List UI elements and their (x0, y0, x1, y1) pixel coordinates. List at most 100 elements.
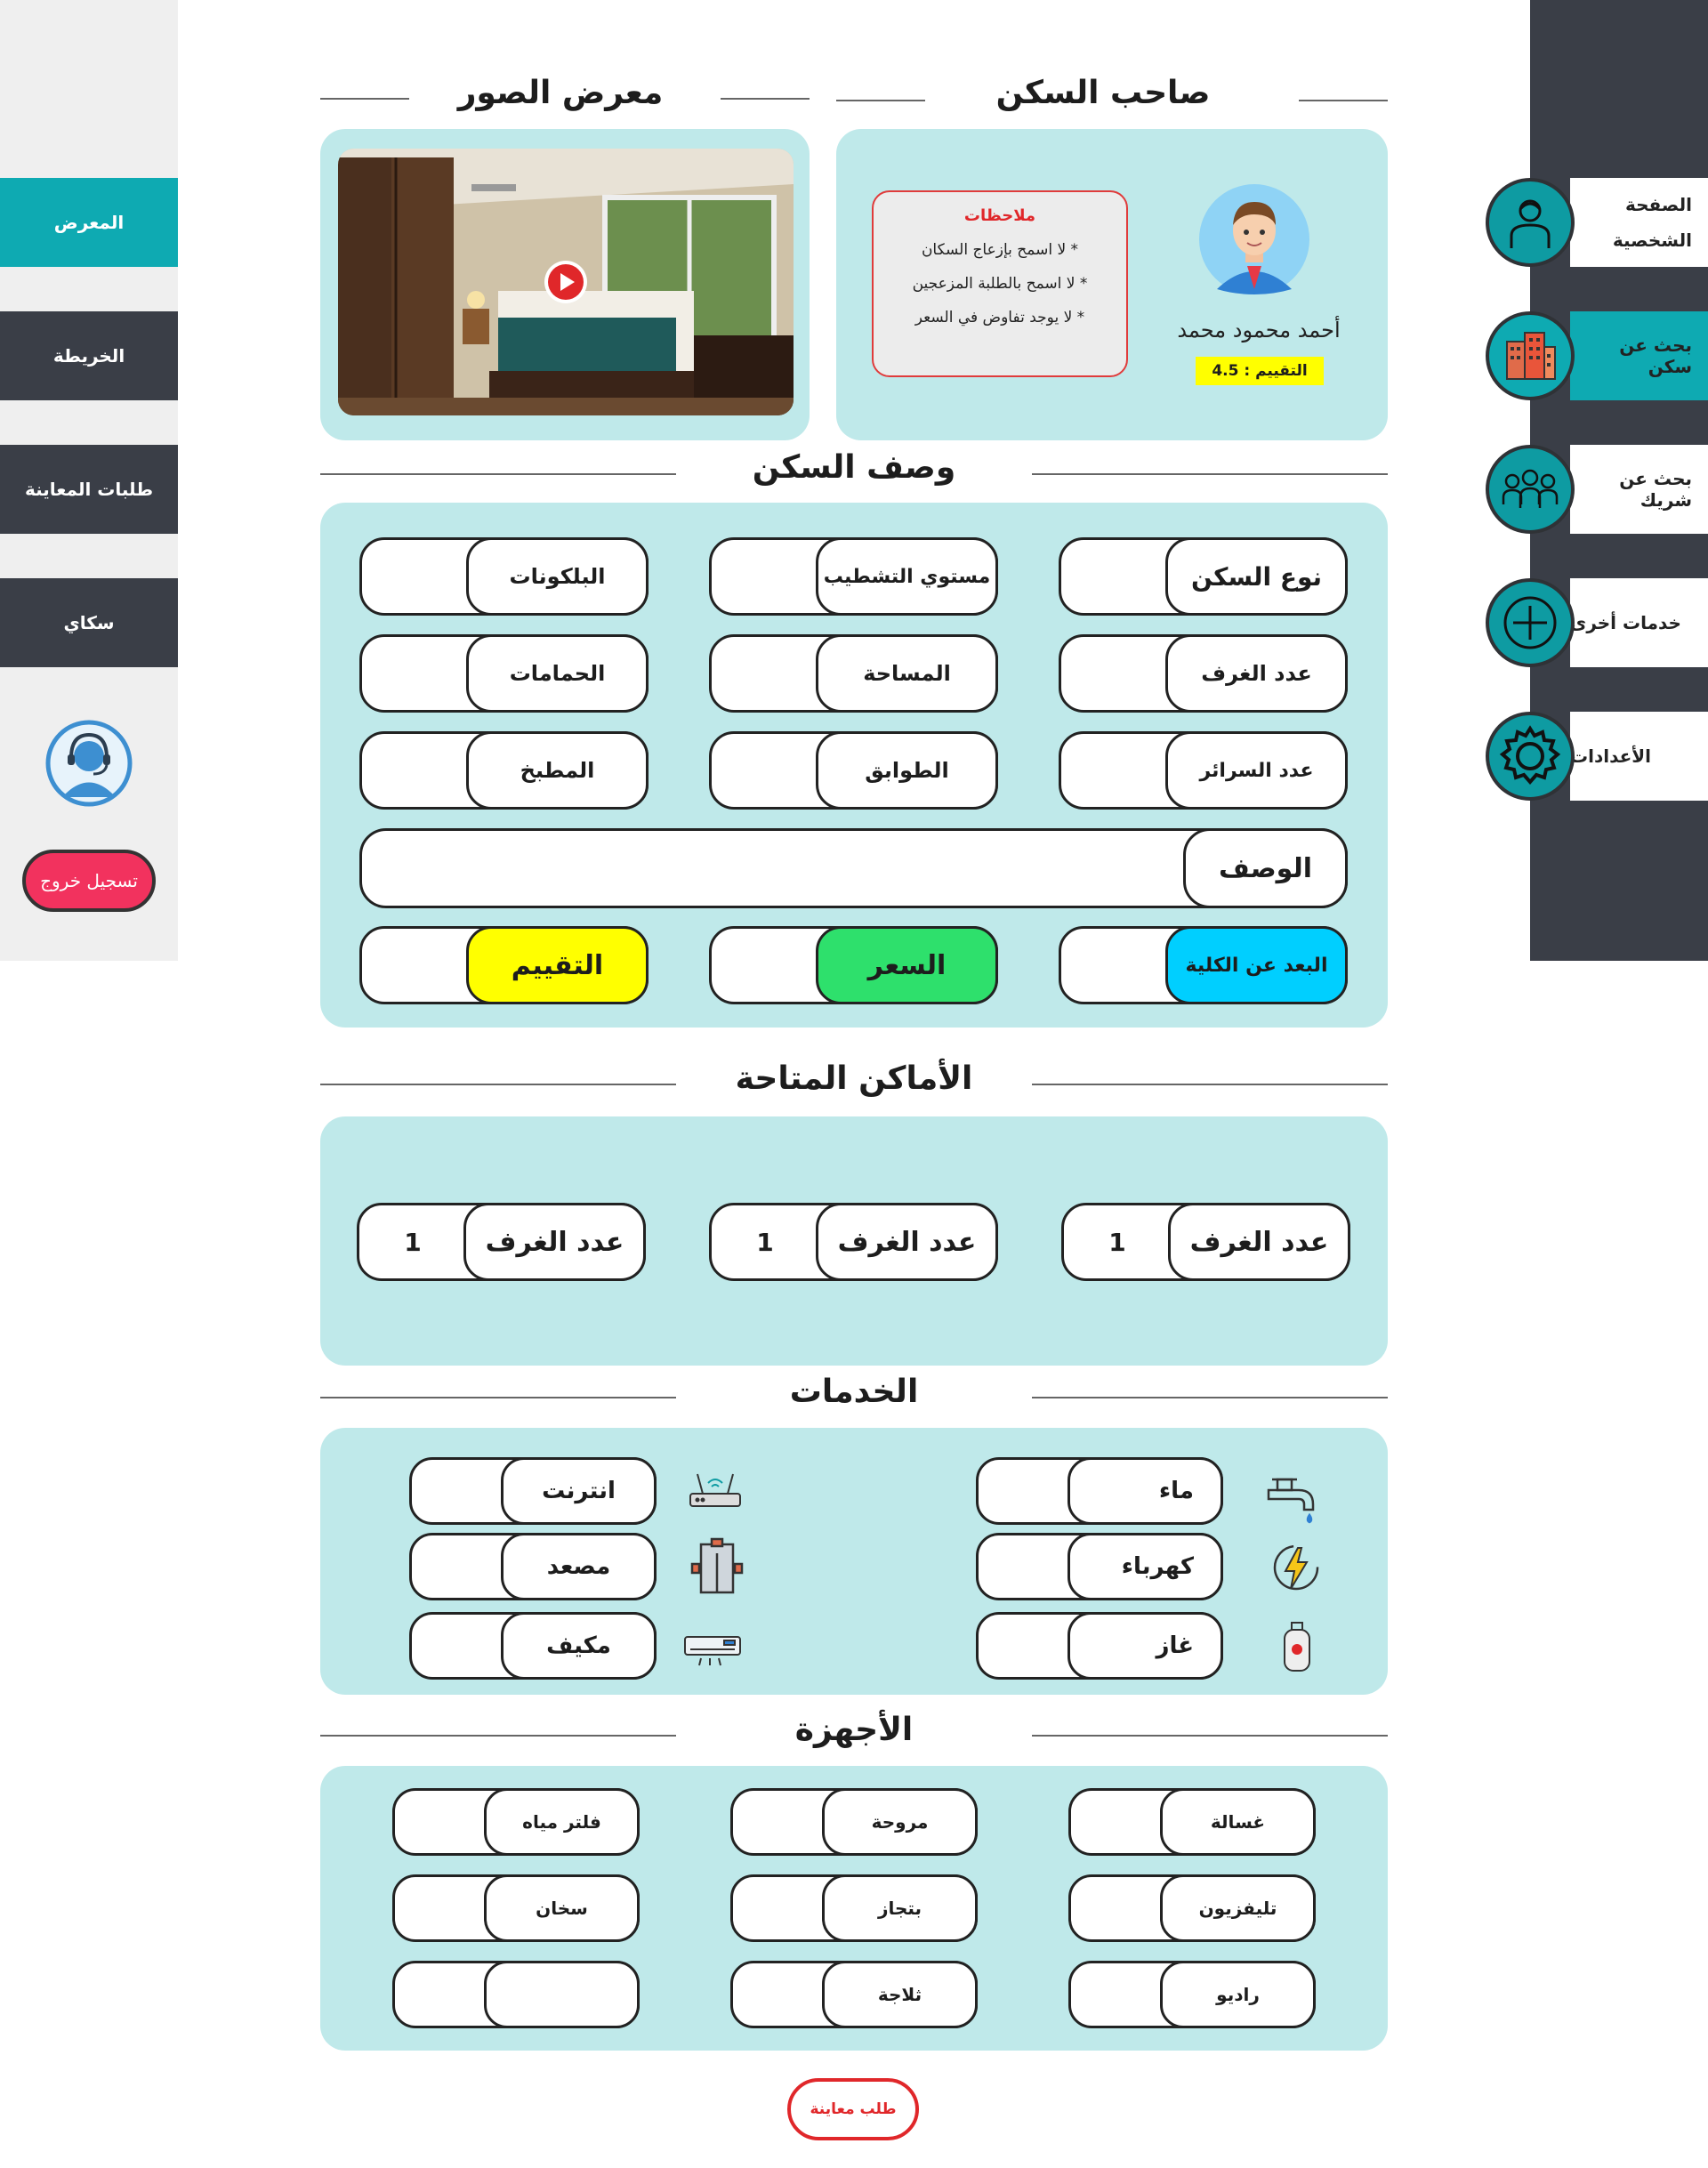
owner-avatar (1199, 184, 1309, 294)
appliance-fan[interactable]: مروحة (730, 1788, 978, 1856)
place-label: عدد الغرف (463, 1203, 646, 1281)
field-floors[interactable]: الطوابق (709, 731, 998, 810)
headset-support-icon[interactable] (44, 719, 133, 808)
place-value: 1 (1108, 1227, 1126, 1257)
appliance-heater[interactable]: سخان (392, 1874, 640, 1942)
place-value: 1 (756, 1227, 774, 1257)
service-label: مكيف (501, 1612, 657, 1680)
service-elevator[interactable]: مصعد (409, 1533, 657, 1600)
gas-cylinder-icon (1276, 1621, 1318, 1674)
notes-box: ملاحظات * لا اسمح بإزعاج السكان * لا اسم… (872, 190, 1128, 377)
field-bathrooms[interactable]: الحمامات (359, 634, 649, 713)
appliance-label: غسالة (1160, 1788, 1316, 1856)
field-label: عدد الغرف (1165, 634, 1348, 713)
divider (1299, 100, 1388, 101)
tab-inspection-requests[interactable]: طلبات المعاينة (0, 445, 178, 534)
field-balconies[interactable]: البلكونات (359, 537, 649, 616)
owner-name: أحمد محمود محمد (1177, 318, 1341, 343)
service-internet[interactable]: انترنت (409, 1457, 657, 1525)
plus-circle-icon (1486, 578, 1575, 667)
appliance-label: راديو (1160, 1961, 1316, 2028)
request-inspection-button[interactable]: طلب معاينة (787, 2078, 919, 2140)
place-item[interactable]: عدد الغرف 1 (357, 1203, 646, 1281)
service-electricity[interactable]: كهرباء (976, 1533, 1223, 1600)
air-conditioner-icon (683, 1633, 742, 1669)
note-item: * لا اسمح بإزعاج السكان (921, 241, 1079, 259)
nav-profile-label: الصفحة الشخصية (1570, 178, 1708, 267)
owner-rating-label: التقييم : (1244, 362, 1308, 380)
logout-button[interactable]: تسجيل خروج (22, 850, 156, 912)
appliance-stove[interactable]: بتجاز (730, 1874, 978, 1942)
gear-icon (1486, 712, 1575, 801)
divider (320, 473, 676, 475)
service-label: انترنت (501, 1457, 657, 1525)
field-kitchen[interactable]: المطبخ (359, 731, 649, 810)
divider (1032, 1084, 1388, 1085)
field-label: مستوي التشطيب (816, 537, 998, 616)
field-label: الطوابق (816, 731, 998, 810)
appliance-fridge[interactable]: ثلاجة (730, 1961, 978, 2028)
nav-find-housing[interactable]: بحث عن سكن (1486, 311, 1708, 400)
left-sidebar: المعرض الخريطة طلبات المعاينة سكاي تسجيل… (0, 0, 178, 961)
field-rating[interactable]: التقييم (359, 926, 649, 1004)
divider (1032, 1735, 1388, 1737)
appliance-label: ثلاجة (822, 1961, 978, 2028)
places-heading: الأماكن المتاحة (735, 1060, 973, 1097)
owner-rating-badge: التقييم : 4.5 (1196, 357, 1324, 385)
field-label: الوصف (1183, 828, 1348, 908)
nav-find-partner[interactable]: بحث عن شريك (1486, 445, 1708, 534)
field-label: التقييم (466, 926, 649, 1004)
elevator-icon (689, 1537, 745, 1594)
divider (1032, 473, 1388, 475)
appliance-water-filter[interactable]: فلتر مياه (392, 1788, 640, 1856)
field-beds[interactable]: عدد السرائر (1059, 731, 1348, 810)
place-value: 1 (404, 1227, 422, 1257)
field-area[interactable]: المساحة (709, 634, 998, 713)
tab-gallery[interactable]: المعرض (0, 178, 178, 267)
nav-settings[interactable]: الأعدادات (1486, 712, 1708, 801)
service-label: ماء (1068, 1457, 1223, 1525)
divider (320, 1397, 676, 1398)
service-ac[interactable]: مكيف (409, 1612, 657, 1680)
appliance-tv[interactable]: تليفزيون (1068, 1874, 1316, 1942)
place-item[interactable]: عدد الغرف 1 (709, 1203, 998, 1281)
gallery-panel (320, 129, 810, 440)
field-label: السعر (816, 926, 998, 1004)
appliance-empty[interactable] (392, 1961, 640, 2028)
field-label: البلكونات (466, 537, 649, 616)
place-label: عدد الغرف (1168, 1203, 1350, 1281)
nav-find-housing-label: بحث عن سكن (1570, 311, 1708, 400)
tab-skype[interactable]: سكاي (0, 578, 178, 667)
service-water[interactable]: ماء (976, 1457, 1223, 1525)
water-tap-icon (1263, 1463, 1325, 1526)
service-label: كهرباء (1068, 1533, 1223, 1600)
divider (721, 98, 810, 100)
field-housing-type[interactable]: نوع السكن (1059, 537, 1348, 616)
tab-map[interactable]: الخريطة (0, 311, 178, 400)
field-finishing-level[interactable]: مستوي التشطيب (709, 537, 998, 616)
nav-profile[interactable]: الصفحة الشخصية (1486, 178, 1708, 267)
notes-title: ملاحظات (963, 206, 1036, 225)
place-item[interactable]: عدد الغرف 1 (1061, 1203, 1350, 1281)
appliance-radio[interactable]: راديو (1068, 1961, 1316, 2028)
appliance-washer[interactable]: غسالة (1068, 1788, 1316, 1856)
appliance-label: تليفزيون (1160, 1874, 1316, 1942)
field-description[interactable]: الوصف (359, 828, 1348, 908)
nav-settings-label: الأعدادات (1570, 712, 1708, 801)
service-label: مصعد (501, 1533, 657, 1600)
field-price[interactable]: السعر (709, 926, 998, 1004)
nav-other-services[interactable]: خدمات أخرى (1486, 578, 1708, 667)
divider (320, 1084, 676, 1085)
bedroom-photo[interactable] (338, 149, 794, 415)
service-label: غاز (1068, 1612, 1223, 1680)
place-label: عدد الغرف (816, 1203, 998, 1281)
owner-rating-value: 4.5 (1212, 362, 1239, 380)
note-item: * لا اسمح بالطلبة المزعجين (912, 275, 1088, 293)
field-label: المطبخ (466, 731, 649, 810)
field-distance-to-college[interactable]: البعد عن الكلية (1059, 926, 1348, 1004)
service-gas[interactable]: غاز (976, 1612, 1223, 1680)
wifi-router-icon (687, 1463, 744, 1513)
owner-heading: صاحب السكن (995, 75, 1211, 111)
field-rooms[interactable]: عدد الغرف (1059, 634, 1348, 713)
appliance-label: فلتر مياه (484, 1788, 640, 1856)
